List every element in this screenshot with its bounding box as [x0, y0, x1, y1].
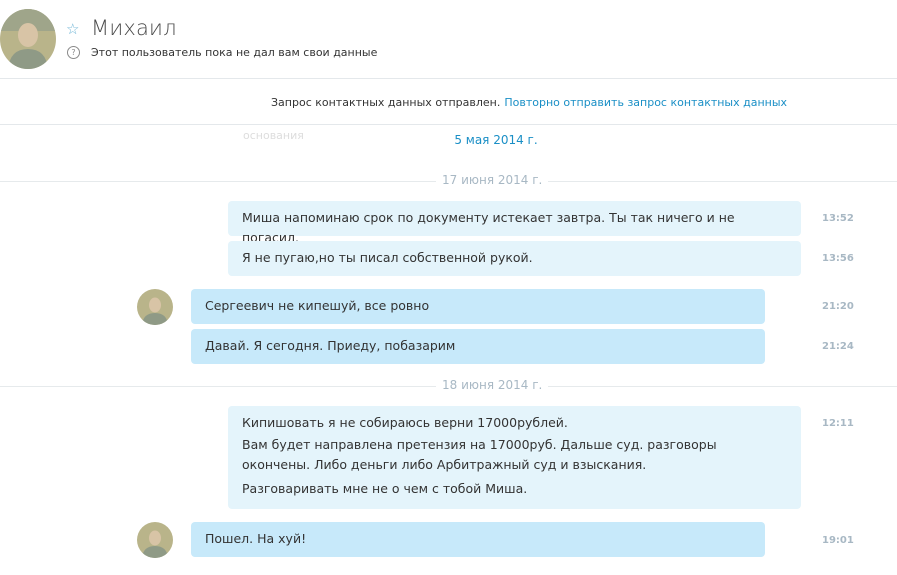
message-bubble[interactable]: Миша напоминаю срок по документу истекае…: [228, 201, 801, 245]
history-date-link[interactable]: 5 мая 2014 г.: [0, 133, 897, 147]
message-time: 21:24: [822, 341, 854, 352]
message-bubble[interactable]: Сергеевич не кипешуй, все ровно: [191, 289, 765, 324]
contact-avatar[interactable]: [0, 9, 56, 69]
message-text: Сергеевич не кипешуй, все ровно: [205, 298, 430, 313]
contact-avatar-small[interactable]: [137, 289, 173, 325]
contact-request-notice: Запрос контактных данных отправлен. Повто…: [0, 79, 897, 125]
message-text: Я не пугаю,но ты писал собственной рукой…: [242, 250, 533, 265]
date-separator: 18 июня 2014 г.: [0, 378, 897, 394]
contact-name: Михаил: [91, 16, 177, 40]
conversation-header: ☆ Михаил ? Этот пользователь пока не дал…: [0, 0, 897, 79]
message-time: 13:52: [822, 213, 854, 224]
date-separator: 17 июня 2014 г.: [0, 173, 897, 189]
notice-text: Запрос контактных данных отправлен.: [271, 96, 501, 109]
question-icon[interactable]: ?: [67, 46, 80, 59]
date-separator-label: 18 июня 2014 г.: [436, 378, 549, 392]
contact-avatar-small[interactable]: [137, 522, 173, 558]
message-time: 19:01: [822, 535, 854, 546]
message-bubble[interactable]: Я не пугаю,но ты писал собственной рукой…: [228, 241, 801, 276]
message-text: Пошел. На хуй!: [205, 531, 307, 546]
contact-status: Этот пользователь пока не дал вам свои д…: [91, 46, 378, 59]
message-bubble[interactable]: Давай. Я сегодня. Приеду, побазарим: [191, 329, 765, 364]
message-text: Вам будет направлена претензия на 17000р…: [242, 437, 717, 472]
message-bubble[interactable]: Пошел. На хуй!: [191, 522, 765, 557]
message-time: 13:56: [822, 253, 854, 264]
message-text: Давай. Я сегодня. Приеду, побазарим: [205, 338, 456, 353]
message-text: Кипишовать я не собираюсь верни 17000руб…: [242, 415, 568, 430]
resend-request-link[interactable]: Повторно отправить запрос контактных дан…: [504, 96, 787, 109]
message-text: Разговаривать мне не о чем с тобой Миша.: [242, 481, 528, 496]
favorite-star-icon[interactable]: ☆: [66, 20, 79, 38]
date-separator-label: 17 июня 2014 г.: [436, 173, 549, 187]
message-bubble[interactable]: Кипишовать я не собираюсь верни 17000руб…: [228, 406, 801, 509]
message-time: 21:20: [822, 301, 854, 312]
message-time: 12:11: [822, 418, 854, 429]
